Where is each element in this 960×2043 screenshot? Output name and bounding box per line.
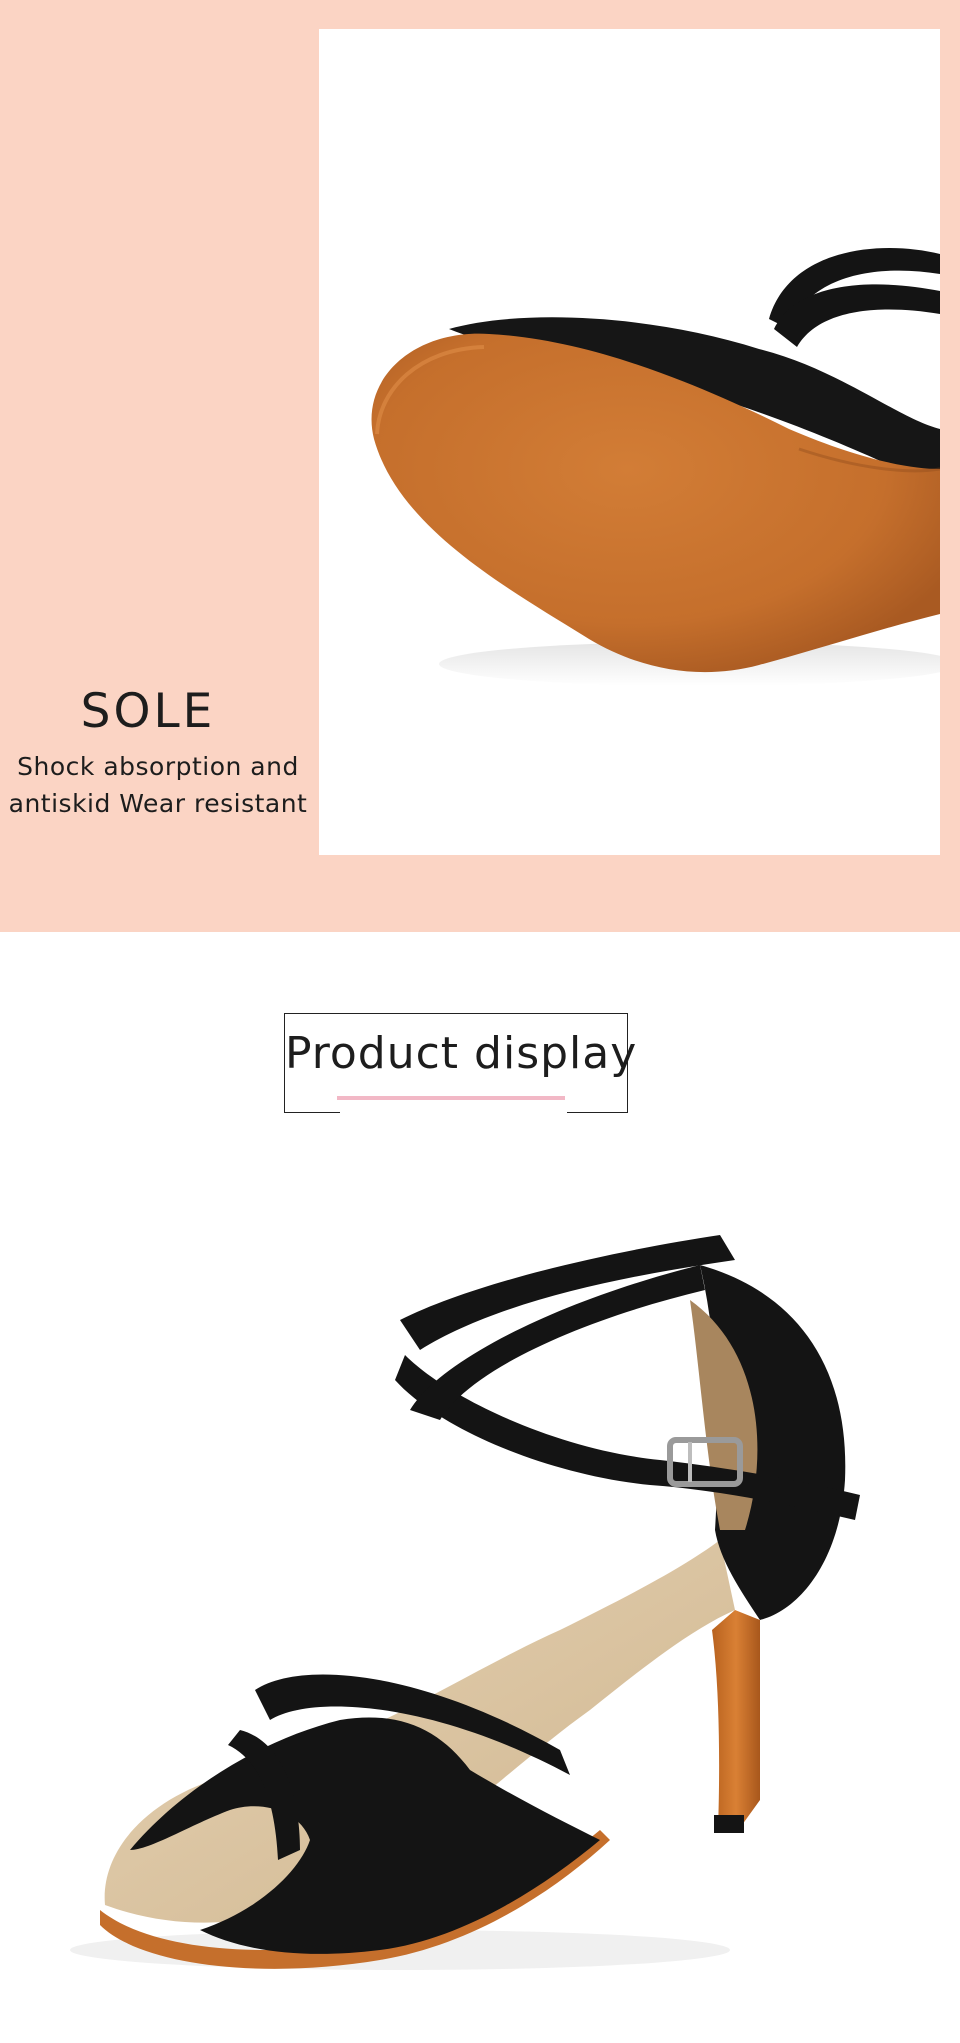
heel [712, 1610, 760, 1830]
frame-gap [340, 1106, 567, 1116]
sole-closeup-illustration [371, 247, 940, 686]
suede-sole [371, 333, 940, 673]
sole-description: Shock absorption and antiskid Wear resis… [0, 748, 316, 822]
sole-feature-section: SOLE Shock absorption and antiskid Wear … [0, 0, 960, 932]
sole-title: SOLE [80, 684, 216, 739]
heel-tip [714, 1815, 744, 1833]
product-image [0, 1150, 960, 2039]
dance-sandal-illustration [70, 1235, 860, 1970]
heading-underline [337, 1096, 565, 1100]
sole-description-line-2: antiskid Wear resistant [8, 789, 308, 818]
sole-description-line-1: Shock absorption and [17, 752, 299, 781]
product-display-title: Product display [285, 1028, 638, 1079]
sole-closeup-image [319, 29, 940, 855]
